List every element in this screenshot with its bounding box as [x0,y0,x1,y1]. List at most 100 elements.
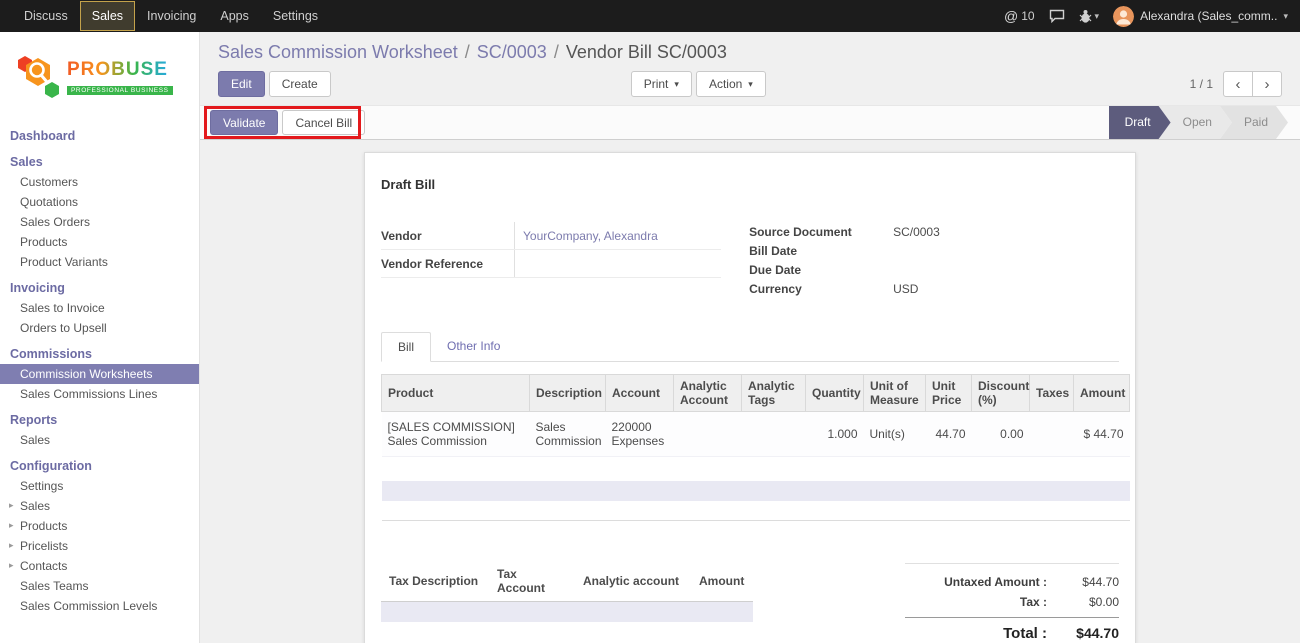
sidebar-item-config-sales[interactable]: ▸ Sales [0,496,199,516]
breadcrumb-separator: / [465,42,470,62]
invoice-line-row[interactable]: [SALES COMMISSION] Sales Commission Sale… [382,412,1130,457]
control-panel: Edit Create Print ▾ Action ▾ 1 / 1 ‹ › [200,71,1300,105]
sidebar-item-products[interactable]: Products [0,232,199,252]
record-action-buttons: Print ▾ Action ▾ [631,71,766,97]
menu-discuss[interactable]: Discuss [12,1,80,31]
status-step-draft[interactable]: Draft [1109,106,1171,139]
field-groups: Vendor YourCompany, Alexandra Vendor Ref… [381,222,1119,298]
chat-bubble-icon [1049,9,1065,23]
tab-bill[interactable]: Bill [381,332,431,362]
company-logo[interactable]: PROBUSE PROFESSIONAL BUSINESS [0,32,199,120]
cell-unit-of-measure: Unit(s) [864,412,926,457]
vendor-link[interactable]: YourCompany, Alexandra [523,229,658,243]
sidebar-item-sales-commission-levels[interactable]: Sales Commission Levels [0,596,199,616]
sidebar-item-sales-to-invoice[interactable]: Sales to Invoice [0,298,199,318]
col-taxes[interactable]: Taxes [1030,375,1074,412]
breadcrumb-separator: / [554,42,559,62]
pager-previous-button[interactable]: ‹ [1223,71,1253,97]
col-unit-of-measure[interactable]: Unit of Measure [864,375,926,412]
sidebar-item-config-pricelists[interactable]: ▸ Pricelists [0,536,199,556]
field-group-right: Source Document SC/0003 Bill Date Due Da… [749,222,1119,298]
col-quantity[interactable]: Quantity [806,375,864,412]
chevron-left-icon: ‹ [1236,76,1241,93]
sidebar-item-sales-commissions-lines[interactable]: Sales Commissions Lines [0,384,199,404]
top-navbar: Discuss Sales Invoicing Apps Settings @ … [0,0,1300,32]
vendor-reference-label: Vendor Reference [381,257,514,271]
total-value: $44.70 [1047,625,1119,641]
pager-next-button[interactable]: › [1252,71,1282,97]
create-button[interactable]: Create [269,71,331,97]
edit-button[interactable]: Edit [218,71,265,97]
sidebar-item-config-contacts[interactable]: ▸Contacts [0,556,199,576]
col-unit-price[interactable]: Unit Price [926,375,972,412]
sidebar-header-sales[interactable]: Sales [0,152,199,172]
menu-apps[interactable]: Apps [208,1,261,31]
sidebar-header-reports[interactable]: Reports [0,410,199,430]
totals-block: Untaxed Amount : $44.70 Tax : $0.00 Tota… [905,563,1119,643]
cell-taxes [1030,412,1074,457]
source-document-label: Source Document [749,225,893,239]
sidebar-header-configuration[interactable]: Configuration [0,456,199,476]
field-row-vendor: Vendor YourCompany, Alexandra [381,222,721,250]
col-tax-description[interactable]: Tax Description [381,563,489,602]
cell-analytic-tags [742,412,806,457]
menu-sales[interactable]: Sales [80,1,135,31]
col-analytic-tags[interactable]: Analytic Tags [742,375,806,412]
sidebar-item-label: Sales [20,499,50,513]
field-row-bill-date: Bill Date [749,241,1119,260]
breadcrumb-worksheet-link[interactable]: Sales Commission Worksheet [218,42,458,62]
sidebar-item-product-variants[interactable]: Product Variants [0,252,199,272]
user-menu[interactable]: Alexandra (Sales_comm.. ▾ [1113,6,1288,27]
tax-and-totals-section: Tax Description Tax Account Analytic acc… [381,563,1119,643]
col-tax-analytic-account[interactable]: Analytic account [575,563,691,602]
breadcrumb-current: Vendor Bill SC/0003 [566,42,727,62]
print-dropdown-button[interactable]: Print ▾ [631,71,692,97]
debug-menu-button[interactable]: ▾ [1079,9,1100,23]
tab-other-info[interactable]: Other Info [431,332,516,361]
sidebar-header-invoicing[interactable]: Invoicing [0,278,199,298]
cancel-bill-button[interactable]: Cancel Bill [282,110,365,135]
caret-right-icon: ▸ [9,500,14,511]
sidebar-item-reports-sales[interactable]: Sales [0,430,199,450]
col-product[interactable]: Product [382,375,530,412]
field-group-left: Vendor YourCompany, Alexandra Vendor Ref… [381,222,721,298]
validate-button[interactable]: Validate [210,110,278,135]
logo-name: PROBUSE [67,59,168,80]
empty-tax-row [381,602,753,622]
cell-description: Sales Commission [530,412,606,457]
sidebar-item-sales-teams[interactable]: Sales Teams [0,576,199,596]
mentions-counter[interactable]: @ 10 [1004,8,1035,24]
cell-unit-price: 44.70 [926,412,972,457]
menu-settings[interactable]: Settings [261,1,330,31]
status-widget: Draft Open Paid [1109,106,1288,139]
action-dropdown-button[interactable]: Action ▾ [696,71,766,97]
menu-invoicing[interactable]: Invoicing [135,1,208,31]
sidebar-item-config-products[interactable]: ▸Products [0,516,199,536]
col-analytic-account[interactable]: Analytic Account [674,375,742,412]
sidebar-item-commission-worksheets[interactable]: Commission Worksheets [0,364,199,384]
col-description[interactable]: Description [530,375,606,412]
breadcrumb-record-link[interactable]: SC/0003 [477,42,547,62]
untaxed-amount-row: Untaxed Amount : $44.70 [905,572,1119,592]
col-amount[interactable]: Amount [1074,375,1130,412]
sidebar-item-config-settings[interactable]: Settings [0,476,199,496]
mention-count: 10 [1021,9,1034,23]
sidebar-header-commissions[interactable]: Commissions [0,344,199,364]
col-discount[interactable]: Discount (%) [972,375,1030,412]
notebook-tabs: Bill Other Info [381,332,1119,362]
col-account[interactable]: Account [606,375,674,412]
due-date-label: Due Date [749,263,893,277]
sidebar-item-quotations[interactable]: Quotations [0,192,199,212]
total-label: Total : [1003,625,1047,642]
col-tax-amount[interactable]: Amount [691,563,753,602]
col-tax-account[interactable]: Tax Account [489,563,575,602]
sidebar-item-sales-orders[interactable]: Sales Orders [0,212,199,232]
sidebar-item-dashboard[interactable]: Dashboard [0,126,199,146]
sidebar-item-label: Pricelists [20,539,68,553]
sidebar-item-orders-to-upsell[interactable]: Orders to Upsell [0,318,199,338]
caret-right-icon: ▸ [9,540,14,551]
form-statusbar: Validate Cancel Bill Draft Open Paid [200,105,1300,140]
sidebar-item-customers[interactable]: Customers [0,172,199,192]
form-sheet: Draft Bill Vendor YourCompany, Alexandra… [364,152,1136,643]
messages-button[interactable] [1049,9,1065,23]
